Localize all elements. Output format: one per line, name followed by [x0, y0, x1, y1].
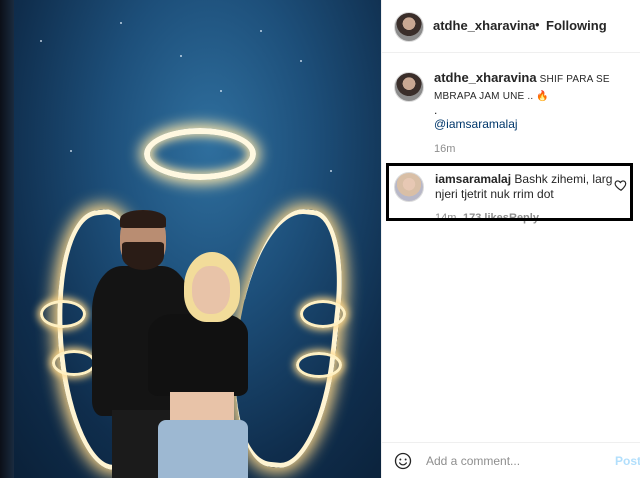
author-avatar[interactable]: [394, 12, 424, 42]
star: [330, 170, 332, 172]
neon-feather: [40, 300, 86, 328]
caption-avatar[interactable]: [394, 72, 424, 102]
post-button[interactable]: Post: [615, 454, 640, 468]
neon-feather: [52, 350, 96, 376]
smiley-icon[interactable]: [394, 452, 412, 470]
star: [220, 90, 222, 92]
caption-time[interactable]: 16m: [434, 143, 455, 155]
comments-panel: atdhe_xharavina • Following atdhe_xharav…: [382, 0, 640, 478]
star: [120, 22, 122, 24]
neon-feather: [300, 300, 346, 328]
author-username[interactable]: atdhe_xharavina: [433, 18, 536, 33]
post-header: atdhe_xharavina • Following: [382, 0, 640, 53]
following-button[interactable]: Following: [546, 18, 607, 33]
star: [70, 150, 72, 152]
mention-link[interactable]: @iamsaramalaj: [434, 117, 518, 131]
photo-edge: [0, 0, 14, 478]
neon-halo: [144, 128, 256, 180]
caption-username[interactable]: atdhe_xharavina: [434, 70, 537, 85]
separator-dot: •: [535, 17, 540, 32]
add-comment-input[interactable]: [426, 451, 606, 471]
neon-feather: [296, 352, 342, 378]
star: [40, 40, 42, 42]
comment-highlight-box: [386, 163, 633, 221]
caption-period: .: [434, 103, 438, 117]
caption: atdhe_xharavina SHIF PARA SE MBRAPA JAM …: [434, 70, 624, 105]
star: [260, 30, 262, 32]
star: [300, 60, 302, 62]
star: [180, 55, 182, 57]
post-photo[interactable]: [0, 0, 381, 478]
comment-footer: Post: [382, 442, 640, 479]
person-woman: [140, 252, 250, 478]
